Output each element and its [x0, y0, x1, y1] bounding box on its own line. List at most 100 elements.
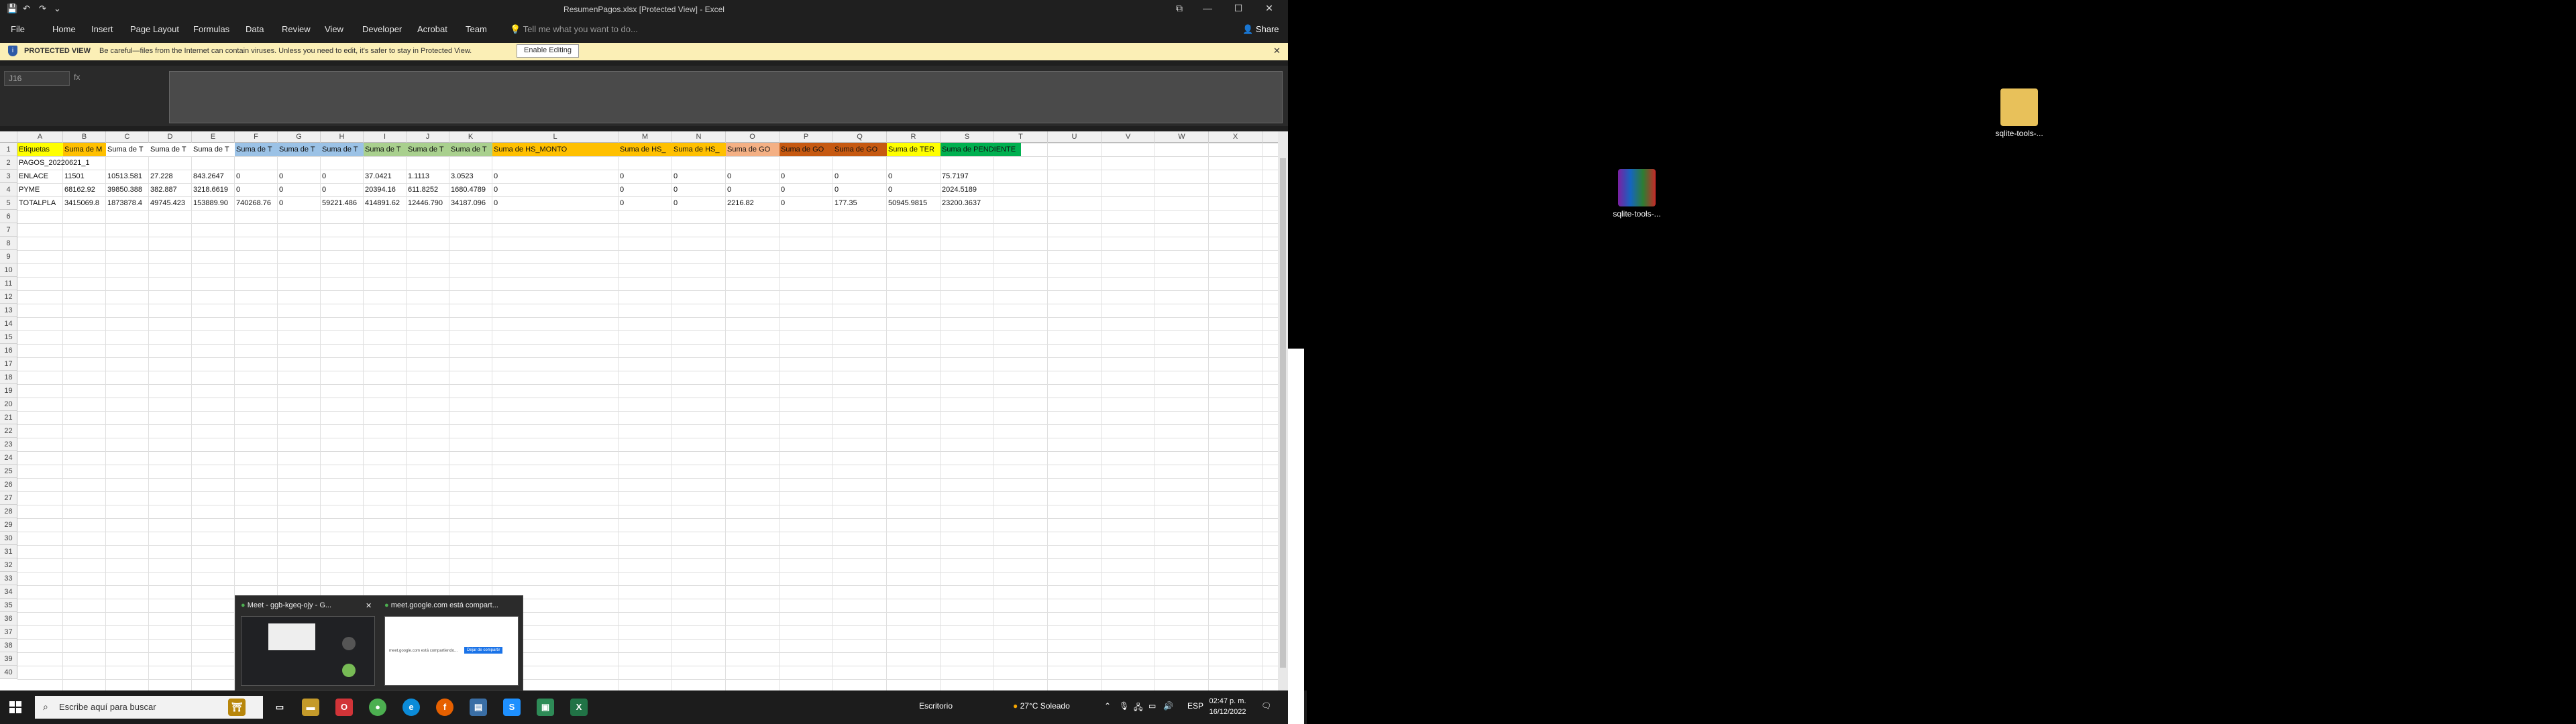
row-header[interactable]: 21 [0, 411, 17, 424]
table-cell[interactable]: 3.0523 [449, 170, 492, 183]
table-cell[interactable]: 1873878.4 [106, 196, 149, 210]
column-header-t[interactable]: T [994, 131, 1048, 143]
table-cell[interactable]: 740268.76 [235, 196, 278, 210]
table-cell[interactable]: 12446.790 [407, 196, 449, 210]
row-header[interactable]: 27 [0, 491, 17, 505]
table-cell[interactable]: 50945.9815 [887, 196, 941, 210]
header-cell[interactable]: Etiquetas [17, 143, 63, 156]
column-header-e[interactable]: E [192, 131, 235, 143]
table-cell[interactable]: 49745.423 [149, 196, 192, 210]
table-cell[interactable]: 153889.90 [192, 196, 235, 210]
header-cell[interactable]: Suma de T [278, 143, 321, 156]
file-explorer-icon[interactable]: ▬ [302, 699, 319, 716]
share-button[interactable]: 👤 Share [1242, 24, 1279, 35]
row-header[interactable]: 19 [0, 384, 17, 398]
firefox-icon[interactable]: f [436, 699, 453, 716]
row-header[interactable]: 37 [0, 625, 17, 639]
task-view-icon[interactable]: ▭ [271, 699, 288, 716]
row-header[interactable]: 3 [0, 170, 17, 183]
minimize-button[interactable]: — [1194, 3, 1221, 13]
desktop-icon-rar[interactable]: sqlite-tools-... [1607, 169, 1667, 219]
table-cell[interactable]: ENLACE [17, 170, 63, 183]
office-icon[interactable]: O [335, 699, 353, 716]
row-header[interactable]: 26 [0, 478, 17, 491]
column-header-d[interactable]: D [149, 131, 192, 143]
table-cell[interactable]: 0 [492, 170, 619, 183]
table-cell[interactable]: 0 [672, 183, 726, 196]
row-header[interactable]: 35 [0, 599, 17, 612]
row-header[interactable]: 38 [0, 639, 17, 652]
chrome-icon[interactable]: ● [369, 699, 386, 716]
row-header[interactable]: 8 [0, 237, 17, 250]
table-cell[interactable]: 59221.486 [321, 196, 364, 210]
row-header[interactable]: 28 [0, 505, 17, 518]
header-cell[interactable]: Suma de T [149, 143, 192, 156]
table-cell[interactable]: 0 [780, 183, 833, 196]
header-cell[interactable]: Suma de HS_MONTO [492, 143, 619, 156]
header-cell[interactable]: Suma de T [364, 143, 407, 156]
preview-title-1[interactable]: ● Meet - ggb-kgeq-ojy - G... [241, 601, 331, 609]
show-hidden-icons[interactable]: ⌃ [1104, 701, 1111, 711]
edge-icon[interactable]: e [402, 699, 420, 716]
row-header[interactable]: 18 [0, 371, 17, 384]
select-all-corner[interactable] [0, 131, 17, 143]
column-header-u[interactable]: U [1048, 131, 1102, 143]
row-header[interactable]: 12 [0, 290, 17, 304]
header-cell[interactable]: Suma de T [106, 143, 149, 156]
header-cell[interactable]: Suma de TER [887, 143, 941, 156]
column-header-a[interactable]: A [17, 131, 63, 143]
desktop-icon-folder[interactable]: sqlite-tools-... [1989, 88, 2049, 138]
table-cell[interactable]: 39850.388 [106, 183, 149, 196]
preview-thumb-1[interactable] [241, 616, 375, 686]
close-button[interactable]: ✕ [1256, 3, 1283, 14]
header-cell[interactable]: Suma de GO [726, 143, 780, 156]
table-cell[interactable]: 0 [672, 170, 726, 183]
table-cell[interactable]: 10513.581 [106, 170, 149, 183]
ribbon-display-button[interactable]: ⧉ [1166, 3, 1193, 14]
preview-close-icon[interactable]: ✕ [366, 601, 372, 610]
windows-start-icon[interactable] [9, 701, 21, 713]
header-cell[interactable]: Suma de T [321, 143, 364, 156]
row-header[interactable]: 2 [0, 156, 17, 170]
mic-icon[interactable]: 🎙 [1119, 701, 1129, 711]
row-header[interactable]: 32 [0, 558, 17, 572]
search-highlight-icon[interactable]: ⛩ [228, 699, 246, 716]
close-bar-icon[interactable]: ✕ [1273, 46, 1281, 56]
desktop-label[interactable]: Escritorio [919, 701, 953, 711]
tab-home[interactable]: Home [52, 24, 76, 34]
table-cell[interactable]: 20394.16 [364, 183, 407, 196]
weather-widget[interactable]: ● 27°C Soleado [1013, 701, 1070, 711]
table-cell[interactable]: 75.7197 [941, 170, 994, 183]
table-cell[interactable]: 1.1113 [407, 170, 449, 183]
table-cell[interactable]: 0 [235, 183, 278, 196]
table-cell[interactable]: PAGOS_20220621_1 [17, 156, 111, 170]
header-cell[interactable]: Suma de T [192, 143, 235, 156]
volume-icon[interactable]: 🔊 [1163, 701, 1173, 711]
column-header-c[interactable]: C [106, 131, 149, 143]
table-cell[interactable]: 2024.5189 [941, 183, 994, 196]
column-header-s[interactable]: S [941, 131, 994, 143]
table-cell[interactable]: 23200.3637 [941, 196, 994, 210]
battery-icon[interactable]: ▭ [1148, 701, 1156, 711]
table-cell[interactable]: TOTALPLA [17, 196, 63, 210]
row-header[interactable]: 4 [0, 183, 17, 196]
table-cell[interactable]: 0 [619, 183, 672, 196]
header-cell[interactable]: Suma de M [63, 143, 106, 156]
column-header-v[interactable]: V [1102, 131, 1155, 143]
column-header-f[interactable]: F [235, 131, 278, 143]
column-header-n[interactable]: N [672, 131, 726, 143]
row-header[interactable]: 11 [0, 277, 17, 290]
table-cell[interactable]: 177.35 [833, 196, 887, 210]
row-header[interactable]: 14 [0, 317, 17, 330]
column-header-j[interactable]: J [407, 131, 449, 143]
header-cell[interactable]: Suma de HS_ [672, 143, 726, 156]
header-cell[interactable]: Suma de GO [780, 143, 833, 156]
row-header[interactable]: 36 [0, 612, 17, 625]
table-cell[interactable]: 27.228 [149, 170, 192, 183]
table-cell[interactable]: 3218.6619 [192, 183, 235, 196]
column-header-q[interactable]: Q [833, 131, 887, 143]
tab-insert[interactable]: Insert [91, 24, 113, 34]
header-cell[interactable]: Suma de T [407, 143, 449, 156]
table-cell[interactable]: 0 [321, 183, 364, 196]
tab-acrobat[interactable]: Acrobat [417, 24, 447, 34]
